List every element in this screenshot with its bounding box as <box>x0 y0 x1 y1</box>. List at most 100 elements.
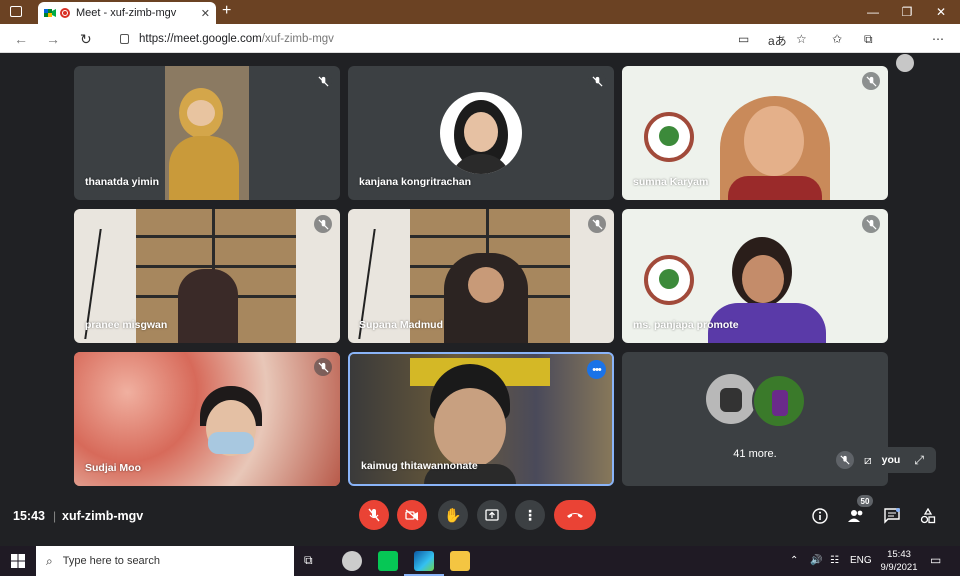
meeting-code: xuf-zimb-mgv <box>62 509 144 523</box>
people-button[interactable] <box>846 506 866 526</box>
meet-control-bar: 15:43 | xuf-zimb-mgv ✋ ⋮ <box>0 490 960 542</box>
participant-tile[interactable]: ms. panjapa promote <box>622 209 888 343</box>
video-feed <box>200 386 262 486</box>
translate-icon[interactable]: aあ <box>768 32 787 49</box>
tab-actions-icon[interactable] <box>10 6 22 17</box>
participant-tile[interactable]: kanjana kongritrachan <box>348 66 614 200</box>
participant-name: kanjana kongritrachan <box>359 176 472 188</box>
hand-icon: ✋ <box>444 506 462 523</box>
tab-title: Meet - xuf-zimb-mgv <box>76 7 177 19</box>
favorites-bar-icon[interactable]: ✩ <box>832 32 842 46</box>
browser-tab-strip: Meet - xuf-zimb-mgv ✕ + — ❐ ✕ <box>0 0 960 24</box>
mic-off-icon <box>588 72 606 90</box>
url-path: /xuf-zimb-mgv <box>261 33 334 45</box>
keyboard-language[interactable]: ENG <box>850 555 872 566</box>
participant-avatar <box>752 374 806 428</box>
profile-avatar[interactable] <box>896 54 914 72</box>
maximize-button[interactable]: ❐ <box>890 0 924 24</box>
self-label: you <box>881 454 901 466</box>
refresh-icon[interactable]: ↻ <box>80 31 92 48</box>
raise-hand-button[interactable]: ✋ <box>438 500 468 530</box>
url-field[interactable]: https://meet.google.com/xuf-zimb-mgv <box>112 28 830 50</box>
chat-button[interactable] <box>882 506 902 526</box>
volume-icon[interactable]: 🔊 <box>810 555 822 566</box>
windows-start-icon[interactable] <box>11 554 25 568</box>
participant-name: Supana Madmud <box>359 319 444 331</box>
new-tab-button[interactable]: + <box>222 2 231 20</box>
participant-name: ms. panjapa promote <box>633 319 739 331</box>
windows-taskbar: ⌕ Type here to search ⧉ ⌃ 🔊 ☷ ENG 15:43 … <box>0 546 960 576</box>
expand-icon[interactable]: ⤢ <box>914 453 924 468</box>
people-count-badge: 50 <box>857 495 873 507</box>
mic-off-icon <box>862 72 880 90</box>
more-options-button[interactable]: ⋮ <box>515 500 545 530</box>
participant-tile[interactable]: Sudjai Moo <box>74 352 340 486</box>
back-icon[interactable]: ← <box>14 31 28 47</box>
activities-button[interactable] <box>918 506 938 526</box>
participant-tile[interactable]: sumna Karyam <box>622 66 888 200</box>
file-explorer-icon[interactable] <box>450 551 470 571</box>
recording-indicator-icon <box>60 8 70 18</box>
participant-avatar <box>440 92 522 174</box>
browser-tab-meet[interactable]: Meet - xuf-zimb-mgv ✕ <box>38 2 216 24</box>
participant-tile[interactable]: thanatda yimin <box>74 66 340 200</box>
minimize-button[interactable]: — <box>856 0 890 24</box>
participant-tile[interactable]: pranee misgwan <box>74 209 340 343</box>
line-app-icon[interactable] <box>378 551 398 571</box>
meeting-details-button[interactable] <box>810 506 830 526</box>
url-host: https://meet.google.com <box>139 33 262 45</box>
mic-off-icon <box>836 451 854 469</box>
self-view-chip[interactable]: ⧄ you ⤢ <box>828 447 936 473</box>
search-icon: ⌕ <box>46 553 53 568</box>
participant-tile[interactable]: Supana Madmud <box>348 209 614 343</box>
video-feed <box>178 269 238 343</box>
favorite-icon[interactable]: ☆ <box>796 32 807 46</box>
divider: | <box>53 509 57 523</box>
address-bar: ← → ↻ https://meet.google.com/xuf-zimb-m… <box>0 24 960 72</box>
notification-icon[interactable]: ▭ <box>930 553 941 567</box>
taskbar-time[interactable]: 15:43 <box>884 549 914 560</box>
collections-icon[interactable]: ⧉ <box>864 32 873 47</box>
mic-off-icon <box>588 215 606 233</box>
logo-image <box>644 255 694 305</box>
mic-off-icon <box>314 358 332 376</box>
shared-slide-background <box>632 70 872 100</box>
participant-name: thanatda yimin <box>85 176 160 188</box>
participant-name: Sudjai Moo <box>85 462 141 474</box>
forward-icon[interactable]: → <box>46 31 60 47</box>
network-icon[interactable]: ☷ <box>830 555 839 566</box>
taskbar-app-icon[interactable] <box>342 551 362 571</box>
mic-toggle-button[interactable] <box>359 500 389 530</box>
end-call-button[interactable] <box>554 500 596 530</box>
mic-off-icon <box>314 72 332 90</box>
edge-browser-icon[interactable] <box>414 551 434 571</box>
participant-name: sumna Karyam <box>633 176 709 188</box>
tab-close-icon[interactable]: ✕ <box>201 7 210 20</box>
participant-name: pranee misgwan <box>85 319 168 331</box>
task-view-icon[interactable]: ⧉ <box>304 553 313 568</box>
mic-off-icon <box>314 215 332 233</box>
settings-more-icon[interactable]: ⋯ <box>932 32 944 46</box>
participant-name: kaimug thitawannonate <box>361 460 478 472</box>
camera-off-icon: ⧄ <box>864 452 872 467</box>
lock-icon[interactable] <box>120 34 129 44</box>
present-screen-button[interactable] <box>477 500 507 530</box>
close-window-button[interactable]: ✕ <box>924 0 958 24</box>
camera-icon[interactable]: ▭ <box>738 32 749 46</box>
more-options-button[interactable]: ••• <box>587 360 606 379</box>
more-vert-icon: ⋮ <box>523 507 537 523</box>
camera-toggle-button[interactable] <box>397 500 427 530</box>
meeting-clock: 15:43 <box>13 509 45 523</box>
video-feed <box>720 96 830 200</box>
mic-off-icon <box>862 215 880 233</box>
video-feed <box>165 66 249 200</box>
video-feed <box>444 253 528 343</box>
taskbar-date[interactable]: 9/9/2021 <box>878 562 920 573</box>
search-placeholder: Type here to search <box>62 555 160 567</box>
participant-tile-active[interactable]: kaimug thitawannonate ••• <box>348 352 614 486</box>
tray-overflow-icon[interactable]: ⌃ <box>790 555 798 566</box>
taskbar-search-field[interactable]: ⌕ Type here to search <box>36 546 294 576</box>
meet-favicon-icon <box>44 7 56 19</box>
logo-image <box>644 112 694 162</box>
participant-avatar <box>706 374 756 424</box>
